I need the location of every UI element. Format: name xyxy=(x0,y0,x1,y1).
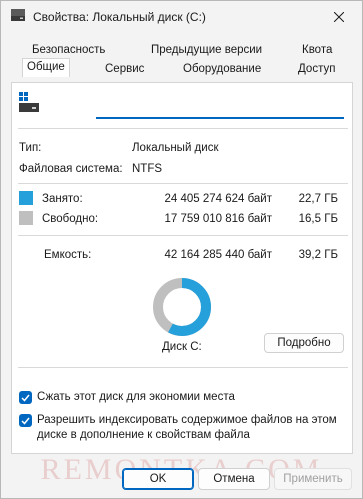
free-size: 16,5 ГБ xyxy=(298,213,338,225)
used-size: 22,7 ГБ xyxy=(298,193,338,205)
divider xyxy=(18,183,348,184)
divider xyxy=(18,235,348,236)
tab-previous-versions[interactable]: Предыдущие версии xyxy=(151,44,262,56)
window-title: Свойства: Локальный диск (C:) xyxy=(33,10,206,24)
free-label: Свободно: xyxy=(42,213,99,225)
index-label-line1[interactable]: Разрешить индексировать содержимое файло… xyxy=(37,414,337,426)
cancel-button[interactable]: Отмена xyxy=(198,468,270,490)
details-button[interactable]: Подробно xyxy=(264,333,344,353)
disk-usage-donut xyxy=(153,278,211,336)
free-space-swatch xyxy=(19,211,33,225)
apply-button[interactable]: Применить xyxy=(274,468,352,490)
capacity-bytes: 42 164 285 440 байт xyxy=(164,249,272,261)
filesystem-label: Файловая система: xyxy=(19,163,123,175)
index-checkbox[interactable] xyxy=(19,414,32,427)
filesystem-value: NTFS xyxy=(132,163,163,175)
used-bytes: 24 405 274 624 байт xyxy=(164,193,272,205)
general-tab-panel: Тип: Локальный диск Файловая система: NT… xyxy=(11,82,353,454)
checkmark-icon xyxy=(21,394,30,402)
used-label: Занято: xyxy=(42,193,83,205)
compress-checkbox[interactable] xyxy=(19,391,32,404)
close-button[interactable] xyxy=(316,1,362,33)
tab-tools[interactable]: Сервис xyxy=(105,63,144,75)
disk-label: Диск C: xyxy=(162,341,202,353)
index-label-line2[interactable]: диске в дополнение к свойствам файла xyxy=(37,429,250,441)
tab-quota[interactable]: Квота xyxy=(302,44,332,56)
title-bar: Свойства: Локальный диск (C:) xyxy=(1,1,362,33)
divider xyxy=(18,128,348,129)
drive-title-icon xyxy=(11,9,25,21)
capacity-size: 39,2 ГБ xyxy=(298,249,338,261)
drive-name-input[interactable] xyxy=(96,101,344,119)
type-value: Локальный диск xyxy=(132,142,219,154)
tab-hardware[interactable]: Оборудование xyxy=(183,63,261,75)
divider xyxy=(18,367,348,368)
tab-sharing[interactable]: Доступ xyxy=(298,63,335,75)
capacity-label: Емкость: xyxy=(44,249,92,261)
compress-label[interactable]: Сжать этот диск для экономии места xyxy=(37,391,235,403)
properties-window: Свойства: Локальный диск (C:) Безопаснос… xyxy=(0,0,363,499)
hard-drive-icon xyxy=(18,91,42,115)
free-bytes: 17 759 010 816 байт xyxy=(164,213,272,225)
tab-security[interactable]: Безопасность xyxy=(32,44,105,56)
close-icon xyxy=(334,12,344,22)
type-label: Тип: xyxy=(19,142,42,154)
checkmark-icon xyxy=(21,417,30,425)
ok-button[interactable]: OK xyxy=(122,468,194,490)
used-space-swatch xyxy=(19,191,33,205)
tab-general[interactable]: Общие xyxy=(22,58,70,77)
